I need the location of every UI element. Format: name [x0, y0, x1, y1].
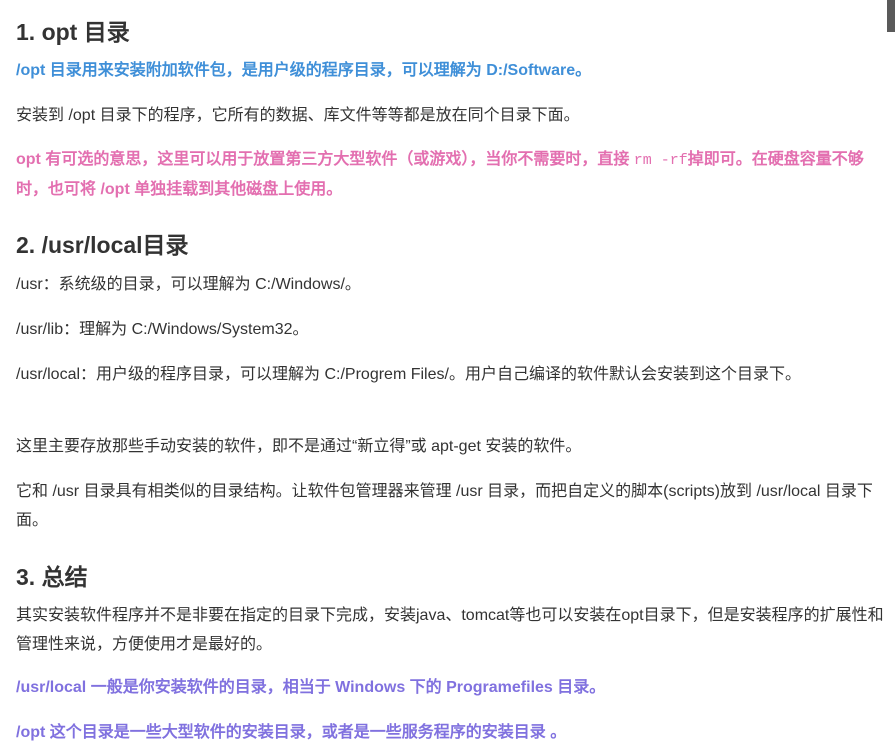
usr-local-paragraph: /usr/local：用户级的程序目录，可以理解为 C:/Progrem Fil…: [16, 366, 801, 383]
opt-highlight-text-a: opt 有可选的意思，这里可以用于放置第三方大型软件（或游戏），当你不需要时，直…: [16, 151, 634, 168]
usr-paragraph: /usr：系统级的目录，可以理解为 C:/Windows/。: [16, 276, 361, 293]
summary-highlight-opt: /opt 这个目录是一些大型软件的安装目录，或者是一些服务程序的安装目录 。: [16, 724, 567, 741]
rm-rf-command: rm -rf: [633, 152, 688, 169]
section-heading-summary: 3. 总结: [16, 564, 88, 590]
summary-paragraph: 其实安装软件程序并不是非要在指定的目录下完成，安装java、tomcat等也可以…: [16, 607, 884, 653]
window-edge-strip: [887, 0, 895, 32]
manual-install-paragraph: 这里主要存放那些手动安装的软件，即不是通过“新立得”或 apt-get 安装的软…: [16, 438, 582, 455]
section-heading-opt: 1. opt 目录: [16, 19, 130, 45]
usr-lib-paragraph: /usr/lib：理解为 C:/Windows/System32。: [16, 321, 309, 338]
directory-structure-paragraph: 它和 /usr 目录具有相类似的目录结构。让软件包管理器来管理 /usr 目录，…: [16, 483, 873, 529]
section-heading-usr-local: 2. /usr/local目录: [16, 232, 189, 258]
opt-highlight-paragraph: opt 有可选的意思，这里可以用于放置第三方大型软件（或游戏），当你不需要时，直…: [16, 145, 888, 204]
summary-highlight-usr-local: /usr/local 一般是你安装软件的目录，相当于 Windows 下的 Pr…: [16, 679, 606, 696]
opt-paragraph-1: 安装到 /opt 目录下的程序，它所有的数据、库文件等等都是放在同个目录下面。: [16, 107, 580, 124]
opt-highlight-line: /opt 目录用来安装附加软件包，是用户级的程序目录，可以理解为 D:/Soft…: [16, 62, 592, 79]
